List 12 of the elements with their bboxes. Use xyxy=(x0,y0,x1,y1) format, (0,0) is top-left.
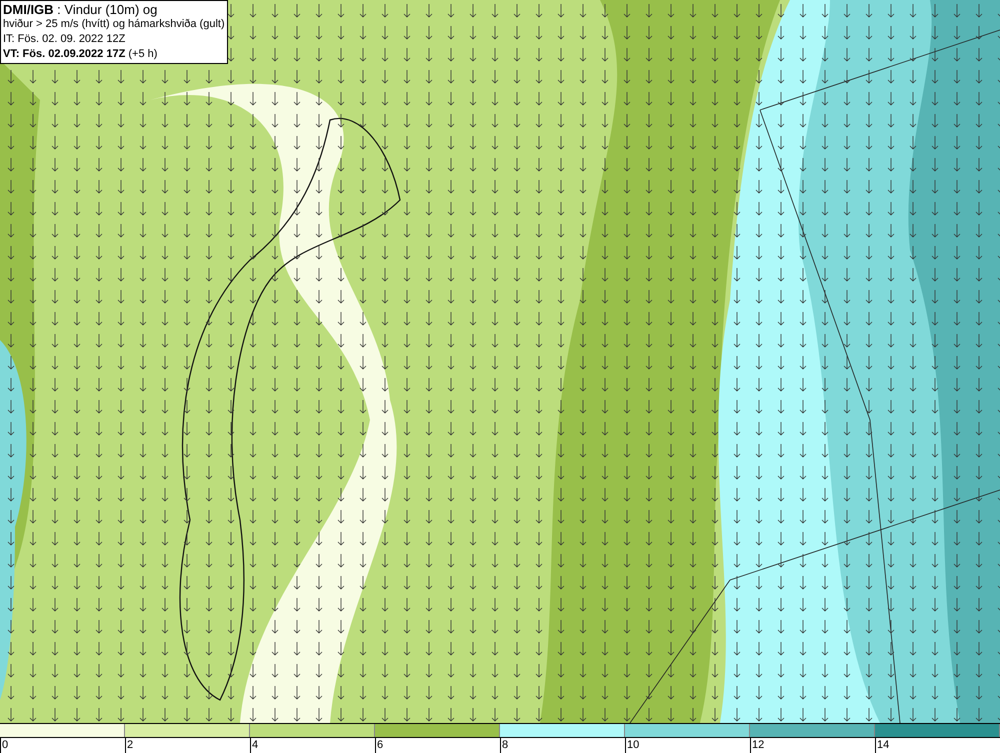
legend-tick-label: 14 xyxy=(875,738,890,753)
legend-tick-label: 6 xyxy=(375,738,384,753)
legend-tick-label: 4 xyxy=(250,738,258,753)
info-text: hviður > 25 m/s (hvítt) og hámarkshviða (gult) xyxy=(3,17,225,32)
legend-tick-label: 2 xyxy=(125,738,134,753)
info-text: DMI/IGB : Vindur (10m) og xyxy=(3,2,158,17)
info-text: IT: Fös. 02. 09. 2022 12Z xyxy=(3,32,126,47)
legend-tick-label: 12 xyxy=(750,738,764,753)
legend-tick-label: 8 xyxy=(500,738,508,753)
legend-tick-label: 0 xyxy=(0,738,8,753)
info-text: VT: Fös. 02.09.2022 17Z (+5 h) xyxy=(3,47,158,62)
legend-tick-label: 10 xyxy=(625,738,640,753)
